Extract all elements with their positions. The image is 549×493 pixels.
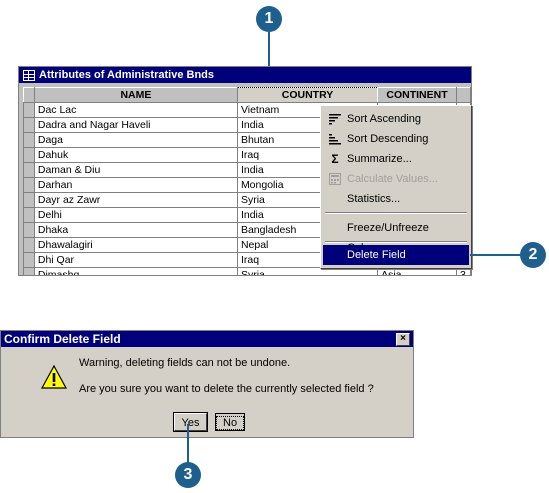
column-context-menu: Sort Ascending Sort Descending Σ Summari… [320, 105, 472, 269]
confirm-delete-dialog: Confirm Delete Field × Warning, deleting… [0, 330, 414, 438]
dialog-titlebar[interactable]: Confirm Delete Field [1, 331, 413, 347]
menu-item-label: Sort Ascending [347, 113, 421, 125]
menu-item-sort-ascending[interactable]: Sort Ascending [323, 109, 469, 129]
menu-item-freeze-column[interactable]: Freeze/Unfreeze Column [323, 218, 469, 254]
yes-button[interactable]: Yes [173, 412, 208, 432]
attribute-table-titlebar[interactable]: Attributes of Administrative Bnds [19, 67, 471, 83]
cell-name[interactable]: Dhi Qar [33, 252, 238, 268]
row-selector[interactable] [23, 267, 35, 275]
attribute-table-title: Attributes of Administrative Bnds [39, 69, 214, 81]
no-button-label: No [216, 416, 245, 430]
cell-name[interactable]: Dadra and Nagar Haveli [33, 117, 238, 133]
column-header-continent[interactable]: CONTINENT [377, 87, 457, 103]
close-button[interactable]: × [396, 333, 410, 346]
callout-2-leader [470, 254, 522, 256]
row-selector-header[interactable] [23, 87, 35, 103]
dialog-title: Confirm Delete Field [4, 332, 121, 346]
menu-item-label: Statistics... [347, 193, 401, 205]
menu-item-delete-field[interactable]: Delete Field [323, 245, 469, 265]
row-selector[interactable] [23, 162, 35, 178]
sigma-icon: Σ [331, 152, 339, 166]
menu-item-label: Sort Descending [347, 133, 429, 145]
menu-separator [325, 241, 467, 243]
callout-3: 3 [175, 462, 201, 488]
callout-2: 2 [520, 242, 546, 268]
row-selector[interactable] [23, 252, 35, 268]
warning-icon [40, 364, 68, 389]
cell-name[interactable]: Delhi [33, 207, 238, 223]
table-icon [23, 69, 35, 81]
row-selector[interactable] [23, 132, 35, 148]
cell-name[interactable]: Daman & Diu [33, 162, 238, 178]
warning-text: Warning, deleting fields can not be undo… [79, 357, 291, 369]
column-header-extra[interactable] [455, 87, 471, 103]
no-button[interactable]: No [215, 413, 245, 431]
question-text: Are you sure you want to delete the curr… [79, 383, 374, 395]
row-selector[interactable] [23, 192, 35, 208]
menu-item-summarize[interactable]: Σ Summarize... [323, 149, 469, 169]
menu-item-statistics[interactable]: Statistics... [323, 189, 469, 209]
menu-item-label: Summarize... [347, 153, 412, 165]
cell-name[interactable]: Daga [33, 132, 238, 148]
menu-item-sort-descending[interactable]: Sort Descending [323, 129, 469, 149]
row-selector[interactable] [23, 117, 35, 133]
row-selector[interactable] [23, 177, 35, 193]
row-selector[interactable] [23, 207, 35, 223]
menu-item-label: Delete Field [347, 249, 406, 261]
column-header-name[interactable]: NAME [33, 87, 238, 103]
cell-name[interactable]: Dhaka [33, 222, 238, 238]
sort-ascending-icon [328, 112, 342, 126]
row-selector[interactable] [23, 222, 35, 238]
callout-3-leader [187, 424, 189, 466]
row-selector[interactable] [23, 147, 35, 163]
cell-name[interactable]: Dimashq [33, 267, 238, 275]
cell-name[interactable]: Dahuk [33, 147, 238, 163]
menu-separator [325, 212, 467, 214]
cell-name[interactable]: Dhawalagiri [33, 237, 238, 253]
cell-name[interactable]: Darhan [33, 177, 238, 193]
calculator-icon [328, 172, 342, 186]
sort-descending-icon [328, 132, 342, 146]
menu-item-calculate-values[interactable]: Calculate Values... [323, 169, 469, 189]
menu-item-label: Calculate Values... [347, 173, 438, 185]
cell-name[interactable]: Dac Lac [33, 102, 238, 118]
cell-name[interactable]: Dayr az Zawr [33, 192, 238, 208]
callout-1: 1 [256, 6, 282, 32]
row-selector[interactable] [23, 237, 35, 253]
row-selector[interactable] [23, 102, 35, 118]
column-header-country[interactable]: COUNTRY [236, 87, 379, 103]
